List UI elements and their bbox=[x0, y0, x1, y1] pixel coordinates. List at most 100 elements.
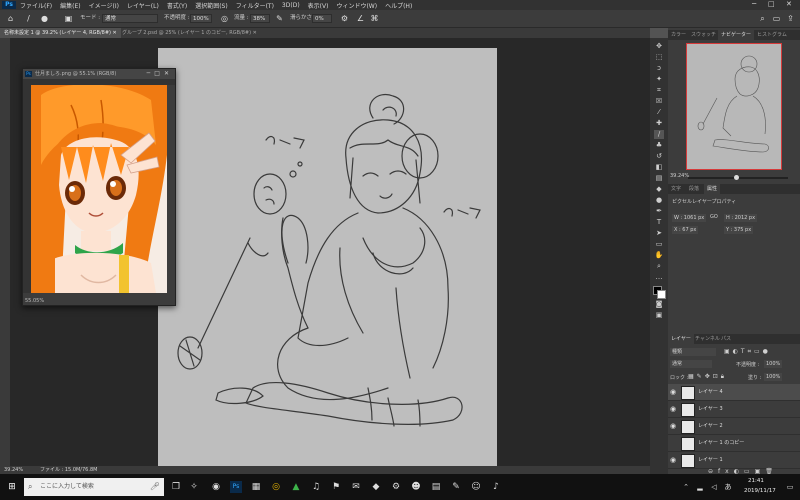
move-tool-icon[interactable]: ✥ bbox=[654, 42, 664, 51]
layer-kind-filter[interactable]: 種類 bbox=[670, 348, 716, 356]
pen-tool-icon[interactable]: ✒ bbox=[654, 207, 664, 216]
navigator-zoom-slider[interactable] bbox=[688, 175, 788, 180]
smoothing-field[interactable]: 0% bbox=[312, 14, 332, 23]
fill-field[interactable]: 100% bbox=[764, 373, 783, 381]
minimize-button[interactable]: ─ bbox=[752, 0, 756, 8]
menu-help[interactable]: ヘルプ(H) bbox=[385, 1, 412, 10]
link-dimensions-icon[interactable]: GO bbox=[710, 214, 718, 220]
clock-date[interactable]: 2019/11/17 bbox=[744, 488, 776, 494]
gear-icon[interactable]: ⚙ bbox=[390, 481, 402, 493]
quick-mask-icon[interactable]: ◙ bbox=[654, 300, 664, 309]
tab-properties[interactable]: 属性 bbox=[704, 184, 721, 194]
app-eye-icon[interactable]: ◉ bbox=[210, 481, 222, 493]
tab-document-1[interactable]: 名称未設定 1 @ 39.2% (レイヤー 4, RGB/8#) ✕ bbox=[0, 28, 121, 38]
microphone-icon[interactable]: 🎤︎ bbox=[150, 478, 160, 496]
menu-filter[interactable]: フィルター(T) bbox=[236, 1, 274, 10]
angle-icon[interactable]: ∠ bbox=[356, 14, 365, 23]
mode-select[interactable]: 通常 bbox=[102, 14, 158, 23]
menu-type[interactable]: 書式(Y) bbox=[167, 1, 187, 10]
app-icon[interactable]: ✉ bbox=[350, 481, 362, 493]
gradient-tool-icon[interactable]: ▤ bbox=[654, 174, 664, 183]
eyedropper-icon[interactable]: ⁄ bbox=[654, 108, 664, 117]
brush-tool-icon[interactable]: / bbox=[654, 130, 664, 139]
tab-layers[interactable]: レイヤー bbox=[668, 334, 694, 344]
tab-swatches[interactable]: スウォッチ bbox=[688, 30, 719, 40]
zoom-tool-icon[interactable]: ⌕ bbox=[654, 262, 664, 271]
app-icon[interactable]: ♪ bbox=[490, 481, 502, 493]
reference-image-window[interactable]: Ps 仕月ましろ.png @ 55.1% (RGB/8) ─□✕ 55.05% bbox=[22, 68, 176, 306]
share-icon[interactable]: ⇪ bbox=[786, 14, 795, 23]
flow-field[interactable]: 38% bbox=[250, 14, 270, 23]
home-icon[interactable]: ⌂ bbox=[6, 14, 15, 23]
taskbar-search-box[interactable]: ⌕ ここに入力して検索 🎤︎ bbox=[24, 478, 164, 496]
width-field[interactable]: W : 1061 px bbox=[672, 214, 707, 222]
app-icon[interactable]: ✎ bbox=[450, 481, 462, 493]
shape-tool-icon[interactable]: ▭ bbox=[654, 240, 664, 249]
layer-opacity-field[interactable]: 100% bbox=[764, 360, 783, 368]
background-color-swatch[interactable] bbox=[657, 290, 666, 299]
visibility-eye-icon[interactable]: ◉ bbox=[670, 388, 676, 396]
app-icon[interactable]: ◆ bbox=[370, 481, 382, 493]
symmetry-icon[interactable]: ⌘ bbox=[370, 14, 379, 23]
navigator-zoom[interactable]: 39.24% bbox=[670, 173, 689, 179]
more-tools-icon[interactable]: … bbox=[654, 273, 664, 282]
menu-edit[interactable]: 編集(E) bbox=[60, 1, 80, 10]
zoom-readout[interactable]: 39.24% bbox=[4, 466, 23, 474]
task-view-icon[interactable]: ❐ bbox=[170, 481, 182, 493]
tab-navigator[interactable]: ナビゲーター bbox=[718, 30, 755, 40]
app-icon[interactable]: ☺ bbox=[470, 481, 482, 493]
app-icon[interactable]: ☻ bbox=[410, 481, 422, 493]
tab-document-2[interactable]: グループ 2.psd @ 25% (レイヤー 1 のコピー, RGB/8#) ✕ bbox=[118, 28, 261, 38]
path-select-icon[interactable]: ➤ bbox=[654, 229, 664, 238]
navigator-preview[interactable] bbox=[686, 43, 782, 170]
crop-tool-icon[interactable]: ⌗ bbox=[654, 86, 664, 95]
reference-window-titlebar[interactable]: Ps 仕月ましろ.png @ 55.1% (RGB/8) ─□✕ bbox=[23, 69, 175, 79]
x-field[interactable]: X : 67 px bbox=[672, 226, 699, 234]
tab-color[interactable]: カラー bbox=[668, 30, 689, 40]
layer-row[interactable]: ◉ レイヤー 3 bbox=[668, 401, 800, 418]
document-size-readout[interactable]: ファイル : 15.0M/76.8M bbox=[40, 466, 97, 474]
height-field[interactable]: H : 2012 px bbox=[724, 214, 758, 222]
eraser-tool-icon[interactable]: ◧ bbox=[654, 163, 664, 172]
menu-window[interactable]: ウィンドウ(W) bbox=[336, 1, 377, 10]
search-icon[interactable]: ⌕ bbox=[758, 14, 767, 23]
history-brush-icon[interactable]: ↺ bbox=[654, 152, 664, 161]
visibility-eye-icon[interactable]: ◉ bbox=[670, 456, 676, 464]
chrome-icon[interactable]: ◎ bbox=[270, 481, 282, 493]
visibility-eye-icon[interactable]: ◉ bbox=[670, 422, 676, 430]
clock-time[interactable]: 21:41 bbox=[748, 478, 764, 484]
brush-preset-icon[interactable]: ● bbox=[40, 14, 49, 23]
tray-up-icon[interactable]: ⌃ bbox=[680, 481, 692, 493]
tab-character[interactable]: 文字 bbox=[668, 184, 684, 194]
reference-window-controls[interactable]: ─□✕ bbox=[147, 69, 173, 79]
pressure-opacity-icon[interactable]: ◎ bbox=[220, 14, 229, 23]
calculator-icon[interactable]: ▤ bbox=[430, 481, 442, 493]
app-icon[interactable]: ⚑ bbox=[330, 481, 342, 493]
app-icon[interactable]: ▲ bbox=[290, 481, 302, 493]
tab-histogram[interactable]: ヒストグラム bbox=[754, 30, 790, 40]
app-icon[interactable]: ♫ bbox=[310, 481, 322, 493]
notification-icon[interactable]: ▭ bbox=[784, 481, 796, 493]
menu-select[interactable]: 選択範囲(S) bbox=[195, 1, 228, 10]
blur-tool-icon[interactable]: ◆ bbox=[654, 185, 664, 194]
marquee-tool-icon[interactable]: ⬚ bbox=[654, 53, 664, 62]
layer-row[interactable]: ◉ レイヤー 2 bbox=[668, 418, 800, 435]
menu-view[interactable]: 表示(V) bbox=[308, 1, 329, 10]
frame-tool-icon[interactable]: ☒ bbox=[654, 97, 664, 106]
photoshop-taskbar-icon[interactable]: Ps bbox=[230, 481, 242, 493]
tab-paragraph[interactable]: 段落 bbox=[686, 184, 702, 194]
windows-start-icon[interactable]: ⊞ bbox=[6, 481, 18, 493]
lock-icons[interactable]: ▦✎✥⊡🔒︎ bbox=[688, 373, 727, 381]
screen-mode-icon[interactable]: ▣ bbox=[654, 311, 664, 320]
menu-3d[interactable]: 3D(D) bbox=[282, 2, 300, 9]
dodge-tool-icon[interactable]: ● bbox=[654, 196, 664, 205]
gear-icon[interactable]: ⚙ bbox=[340, 14, 349, 23]
network-icon[interactable]: ▂ bbox=[694, 481, 706, 493]
brush-panel-icon[interactable]: ▣ bbox=[64, 14, 73, 23]
y-field[interactable]: Y : 375 px bbox=[724, 226, 754, 234]
type-tool-icon[interactable]: T bbox=[654, 218, 664, 227]
layer-row[interactable]: レイヤー 1 のコピー bbox=[668, 435, 800, 452]
visibility-eye-icon[interactable]: ◉ bbox=[670, 405, 676, 413]
lasso-tool-icon[interactable]: ↄ bbox=[654, 64, 664, 73]
hand-tool-icon[interactable]: ✋ bbox=[654, 251, 664, 260]
